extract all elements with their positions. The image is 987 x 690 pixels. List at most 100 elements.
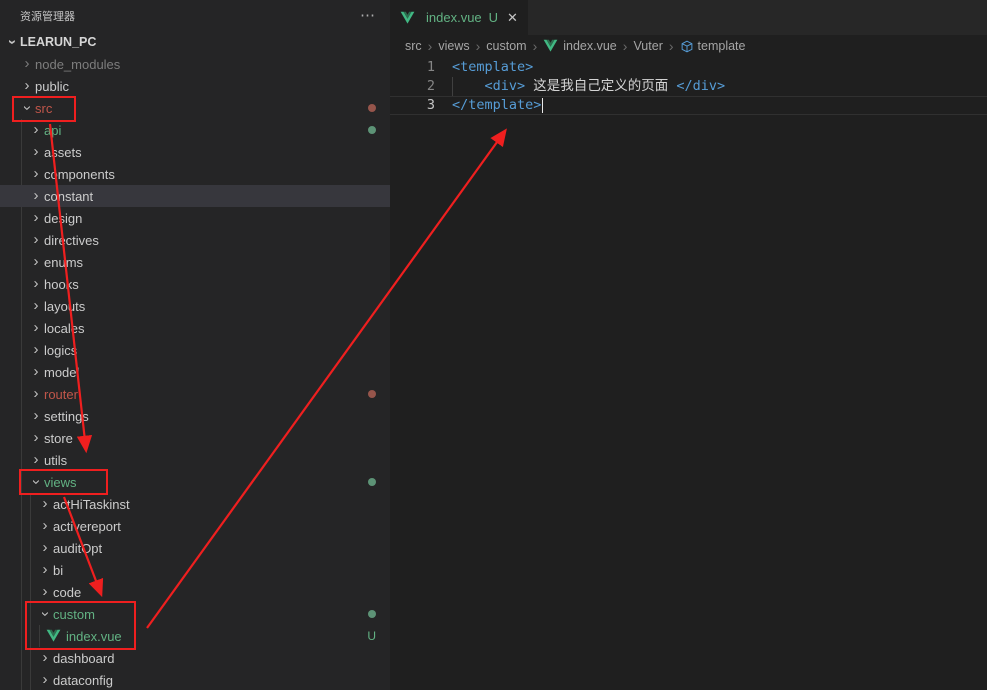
git-untracked-dot	[368, 478, 376, 486]
tree-item-label: auditOpt	[53, 541, 102, 556]
tree-item-directives[interactable]: ›directives	[0, 229, 390, 251]
tree-item-label: hooks	[44, 277, 79, 292]
vscode-window: 资源管理器 ⋯ › LEARUN_PC ›node_modules›public…	[0, 0, 987, 690]
tree-item-label: constant	[44, 189, 93, 204]
tree-item-locales[interactable]: ›locales	[0, 317, 390, 339]
explorer-header: 资源管理器 ⋯	[0, 0, 390, 31]
vue-icon	[543, 39, 558, 53]
tree-item-acthitaskinst[interactable]: ›actHiTaskinst	[0, 493, 390, 515]
tree-item-index-vue[interactable]: index.vue U	[0, 625, 390, 647]
tree-item-label: layouts	[44, 299, 85, 314]
code-line-2[interactable]: 2 <div> 这是我自己定义的页面 </div>	[390, 77, 987, 96]
tree-item-design[interactable]: ›design	[0, 207, 390, 229]
tree-item-src[interactable]: ›src	[0, 97, 390, 119]
breadcrumb-item-src[interactable]: src	[405, 39, 422, 53]
breadcrumb-label: index.vue	[563, 39, 617, 53]
tree-item-auditopt[interactable]: ›auditOpt	[0, 537, 390, 559]
code-editor[interactable]: 1<template>2 <div> 这是我自己定义的页面 </div>3</t…	[390, 58, 987, 115]
tree-item-label: index.vue	[66, 629, 122, 644]
explorer-sidebar: 资源管理器 ⋯ › LEARUN_PC ›node_modules›public…	[0, 0, 390, 690]
tree-item-label: directives	[44, 233, 99, 248]
chevron-right-icon: ›	[28, 232, 44, 248]
code-text: <template>	[435, 58, 533, 77]
chevron-right-icon: ›	[19, 78, 35, 94]
tree-root-learun-pc[interactable]: › LEARUN_PC	[0, 31, 390, 53]
chevron-right-icon: ›	[28, 364, 44, 380]
breadcrumb-item-index-vue[interactable]: index.vue	[543, 39, 617, 53]
chevron-right-icon: ›	[28, 276, 44, 292]
code-token: <div>	[485, 78, 526, 94]
breadcrumb-item-template[interactable]: template	[680, 39, 746, 53]
tree-item-activereport[interactable]: ›activereport	[0, 515, 390, 537]
tree-item-node-modules[interactable]: ›node_modules	[0, 53, 390, 75]
tree-item-constant[interactable]: ›constant	[0, 185, 390, 207]
tree-item-public[interactable]: ›public	[0, 75, 390, 97]
tree-item-label: settings	[44, 409, 89, 424]
tree-item-label: src	[35, 101, 52, 116]
breadcrumb-label: Vuter	[633, 39, 662, 53]
tree-item-hooks[interactable]: ›hooks	[0, 273, 390, 295]
breadcrumb-separator-icon: ›	[428, 40, 433, 52]
tree-item-dataconfig[interactable]: ›dataconfig	[0, 669, 390, 690]
breadcrumb-item-vuter[interactable]: Vuter	[633, 39, 662, 53]
tree-item-settings[interactable]: ›settings	[0, 405, 390, 427]
git-modified-dot	[368, 390, 376, 398]
tree-item-views[interactable]: ›views	[0, 471, 390, 493]
tree-item-assets[interactable]: ›assets	[0, 141, 390, 163]
breadcrumb-separator-icon: ›	[623, 40, 628, 52]
vue-icon	[400, 11, 415, 25]
tree-item-model[interactable]: ›model	[0, 361, 390, 383]
code-line-1[interactable]: 1<template>	[390, 58, 987, 77]
chevron-right-icon: ›	[28, 188, 44, 204]
tree-item-logics[interactable]: ›logics	[0, 339, 390, 361]
chevron-right-icon: ›	[28, 210, 44, 226]
chevron-right-icon: ›	[28, 122, 44, 138]
chevron-right-icon: ›	[28, 320, 44, 336]
breadcrumb-separator-icon: ›	[476, 40, 481, 52]
root-label: LEARUN_PC	[20, 35, 96, 49]
chevron-right-icon: ›	[28, 452, 44, 468]
text-cursor	[542, 98, 544, 113]
breadcrumb-label: template	[698, 39, 746, 53]
git-untracked-dot	[368, 126, 376, 134]
tree-item-components[interactable]: ›components	[0, 163, 390, 185]
git-status-badge: U	[367, 629, 376, 643]
editor-group: index.vue U ✕ src › views › custom › index.vue…	[390, 0, 987, 690]
breadcrumb-item-views[interactable]: views	[438, 39, 469, 53]
tree-item-label: activereport	[53, 519, 121, 534]
chevron-down-icon: ›	[19, 100, 35, 116]
tree-item-layouts[interactable]: ›layouts	[0, 295, 390, 317]
tree-item-bi[interactable]: ›bi	[0, 559, 390, 581]
tree-item-enums[interactable]: ›enums	[0, 251, 390, 273]
tree-item-router[interactable]: ›router	[0, 383, 390, 405]
close-icon[interactable]: ✕	[507, 10, 518, 26]
chevron-right-icon: ›	[28, 254, 44, 270]
chevron-right-icon: ›	[28, 386, 44, 402]
tree-item-label: public	[35, 79, 69, 94]
chevron-right-icon: ›	[37, 650, 53, 666]
line-number: 3	[390, 97, 435, 114]
tree-item-utils[interactable]: ›utils	[0, 449, 390, 471]
chevron-right-icon: ›	[37, 584, 53, 600]
tree-item-label: custom	[53, 607, 95, 622]
tree-item-code[interactable]: ›code	[0, 581, 390, 603]
tree-item-store[interactable]: ›store	[0, 427, 390, 449]
tree-item-dashboard[interactable]: ›dashboard	[0, 647, 390, 669]
tree-item-api[interactable]: ›api	[0, 119, 390, 141]
chevron-right-icon: ›	[37, 562, 53, 578]
explorer-title: 资源管理器	[20, 8, 75, 24]
code-line-3[interactable]: 3</template>	[390, 96, 987, 115]
chevron-right-icon: ›	[37, 672, 53, 688]
breadcrumb-label: src	[405, 39, 422, 53]
breadcrumb-separator-icon: ›	[533, 40, 538, 52]
tab-bar: index.vue U ✕	[390, 0, 987, 35]
breadcrumb-item-custom[interactable]: custom	[486, 39, 526, 53]
breadcrumb: src › views › custom › index.vue › Vuter › templat…	[390, 35, 987, 57]
tree-item-custom[interactable]: ›custom	[0, 603, 390, 625]
chevron-down-icon: ›	[28, 474, 44, 490]
breadcrumb-separator-icon: ›	[669, 40, 674, 52]
breadcrumb-label: custom	[486, 39, 526, 53]
more-actions-icon[interactable]: ⋯	[360, 11, 376, 21]
tab-index-vue[interactable]: index.vue U ✕	[390, 0, 528, 35]
tree-item-label: components	[44, 167, 115, 182]
